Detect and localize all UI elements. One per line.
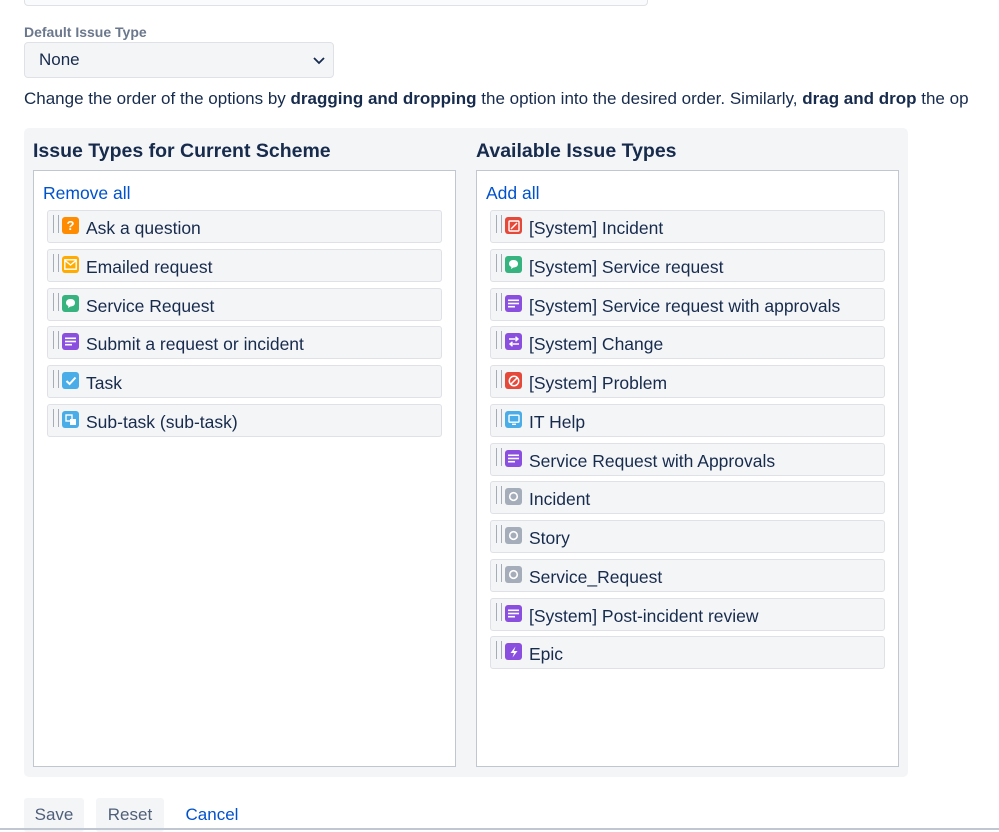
chat-bubble-icon (62, 295, 79, 312)
available-type-item-label: IT Help (529, 412, 586, 432)
drag-handle-icon[interactable] (53, 331, 59, 349)
available-type-item-label: [System] Problem (529, 373, 668, 393)
available-type-item[interactable]: [System] Service request (490, 249, 885, 282)
drag-handle-icon[interactable] (53, 215, 59, 233)
current-scheme-title: Issue Types for Current Scheme (33, 140, 331, 162)
current-scheme-item-label: Submit a request or incident (86, 334, 304, 354)
current-scheme-item[interactable]: Task (47, 365, 442, 398)
default-issue-type-value: None (39, 50, 80, 69)
available-type-item-label: [System] Service request with approvals (529, 296, 841, 316)
current-scheme-item[interactable]: Sub-task (sub-task) (47, 404, 442, 437)
current-scheme-item-label: Service Request (86, 296, 215, 316)
drag-handle-icon[interactable] (496, 215, 502, 233)
current-scheme-item-label: Sub-task (sub-task) (86, 412, 238, 432)
available-type-item[interactable]: Incident (490, 481, 885, 514)
drag-handle-icon[interactable] (496, 525, 502, 543)
lines-icon (62, 333, 79, 350)
current-scheme-item[interactable]: Service Request (47, 288, 442, 321)
monitor-icon (505, 411, 522, 428)
available-types-title: Available Issue Types (476, 140, 677, 162)
drag-handle-icon[interactable] (496, 293, 502, 311)
available-type-item-label: [System] Post-incident review (529, 606, 759, 626)
chat-bubble-icon (505, 256, 522, 273)
current-scheme-item-label: Task (86, 373, 122, 393)
drag-handle-icon[interactable] (496, 254, 502, 272)
lines-icon (505, 605, 522, 622)
available-type-item[interactable]: Story (490, 520, 885, 553)
drag-handle-icon[interactable] (53, 254, 59, 272)
drag-handle-icon[interactable] (496, 641, 502, 659)
add-all-link[interactable]: Add all (486, 183, 540, 204)
arrows-icon (505, 333, 522, 350)
default-issue-type-select[interactable]: None (24, 42, 334, 78)
current-scheme-item[interactable]: Submit a request or incident (47, 326, 442, 359)
available-type-item[interactable]: [System] Incident (490, 210, 885, 243)
available-type-item-label: Incident (529, 489, 591, 509)
incident-icon (505, 217, 522, 234)
envelope-icon (62, 256, 79, 273)
current-scheme-item-label: Emailed request (86, 257, 213, 277)
drag-handle-icon[interactable] (496, 331, 502, 349)
checkmark-icon (62, 372, 79, 389)
available-type-item-label: Story (529, 528, 570, 548)
drag-handle-icon[interactable] (53, 409, 59, 427)
current-scheme-item[interactable]: Emailed request (47, 249, 442, 282)
available-type-item-label: Epic (529, 644, 564, 664)
available-type-item-label: [System] Change (529, 334, 664, 354)
available-type-item-label: Service Request with Approvals (529, 451, 776, 471)
drag-handle-icon[interactable] (496, 370, 502, 388)
remove-all-link[interactable]: Remove all (43, 183, 131, 204)
drag-handle-icon[interactable] (496, 409, 502, 427)
available-type-item[interactable]: Service Request with Approvals (490, 443, 885, 476)
drag-handle-icon[interactable] (53, 370, 59, 388)
current-scheme-item[interactable]: ? Ask a question (47, 210, 442, 243)
default-issue-type-label: Default Issue Type (24, 24, 147, 40)
circle-icon (505, 488, 522, 505)
chevron-down-icon (311, 52, 327, 68)
available-type-item[interactable]: [System] Problem (490, 365, 885, 398)
question-icon: ? (62, 217, 79, 234)
drag-handle-icon[interactable] (496, 486, 502, 504)
instruction-text: Change the order of the options by dragg… (24, 89, 969, 108)
drag-handle-icon[interactable] (496, 603, 502, 621)
previous-field-input[interactable] (24, 0, 648, 6)
available-type-item-label: [System] Incident (529, 218, 664, 238)
drag-handle-icon[interactable] (496, 448, 502, 466)
available-type-item[interactable]: Epic (490, 636, 885, 669)
no-entry-icon (505, 372, 522, 389)
circle-icon (505, 527, 522, 544)
subtask-icon (62, 411, 79, 428)
available-type-item[interactable]: Service_Request (490, 559, 885, 592)
available-type-item-label: [System] Service request (529, 257, 724, 277)
save-button[interactable]: Save (24, 798, 84, 832)
circle-icon (505, 566, 522, 583)
drag-handle-icon[interactable] (53, 293, 59, 311)
lines-icon (505, 295, 522, 312)
available-type-item[interactable]: [System] Post-incident review (490, 598, 885, 631)
drag-handle-icon[interactable] (496, 564, 502, 582)
available-type-item[interactable]: IT Help (490, 404, 885, 437)
reset-button[interactable]: Reset (96, 798, 164, 832)
available-type-item[interactable]: [System] Change (490, 326, 885, 359)
lightning-icon (505, 643, 522, 660)
current-scheme-item-label: Ask a question (86, 218, 201, 238)
available-type-item-label: Service_Request (529, 567, 663, 587)
available-type-item[interactable]: [System] Service request with approvals (490, 288, 885, 321)
lines-icon (505, 450, 522, 467)
cancel-button[interactable]: Cancel (180, 798, 244, 832)
